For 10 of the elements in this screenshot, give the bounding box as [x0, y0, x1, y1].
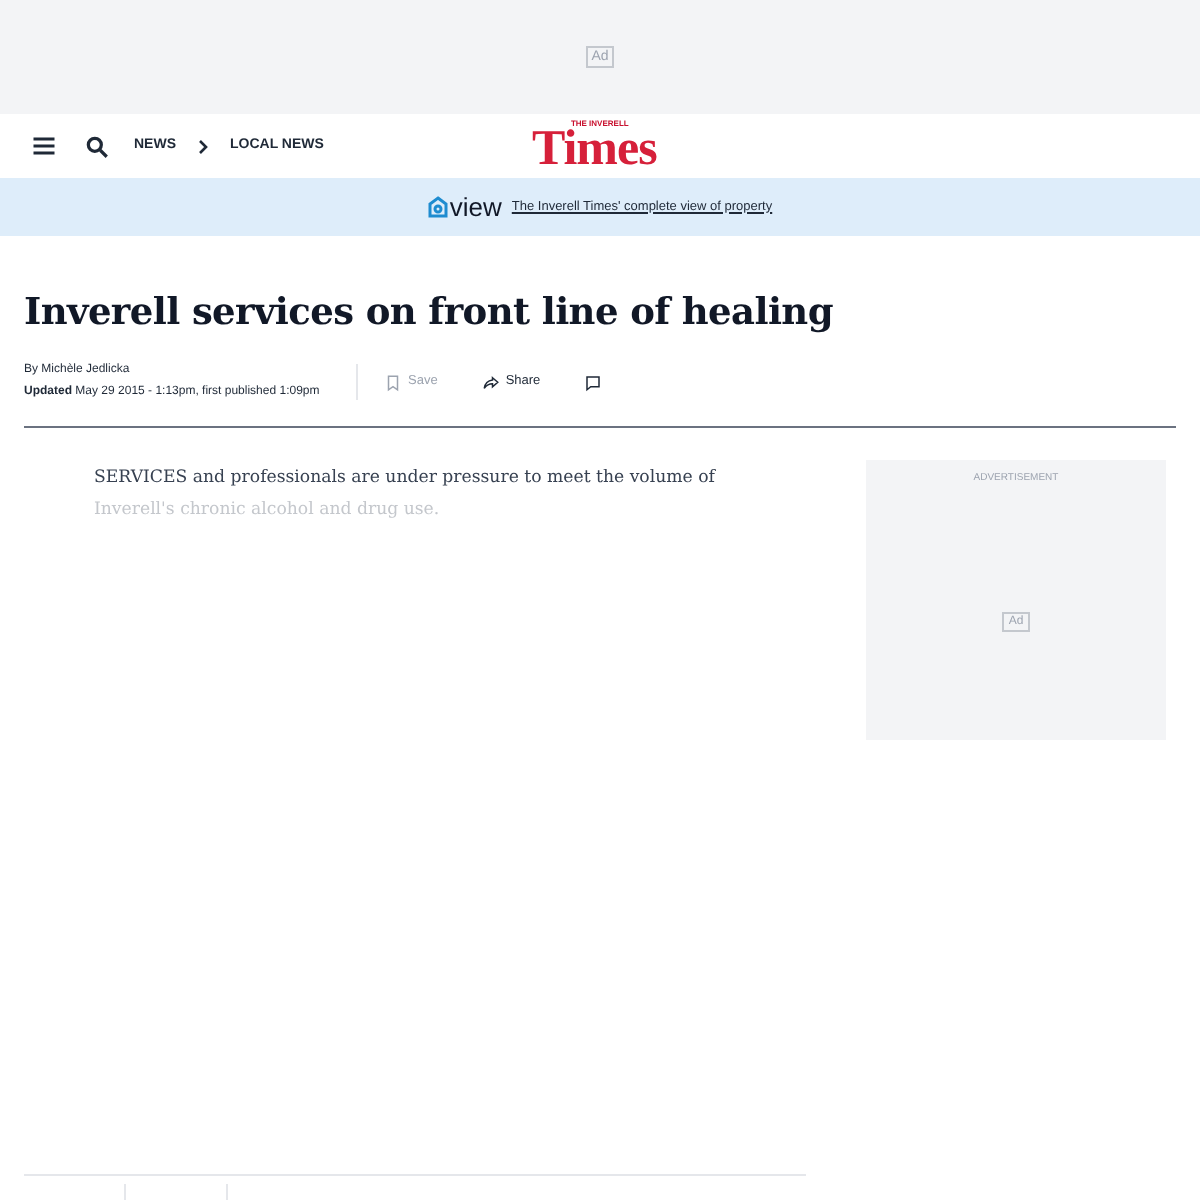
comment-button[interactable]: [584, 373, 603, 391]
menu-icon[interactable]: [30, 132, 58, 160]
chevron-icon: [194, 137, 212, 155]
share-icon: [481, 373, 500, 391]
brand-logo[interactable]: view: [427, 194, 502, 220]
headline: Inverell services on front line of healing: [24, 290, 835, 338]
search-icon[interactable]: [84, 133, 110, 159]
speech-bubble-icon: [584, 373, 603, 391]
bookmark-icon: [384, 373, 402, 391]
article-lead: SERVICES and professionals are under pressure to meet the volume of Inverell's chronic alcohol and drug use.: [94, 466, 718, 524]
